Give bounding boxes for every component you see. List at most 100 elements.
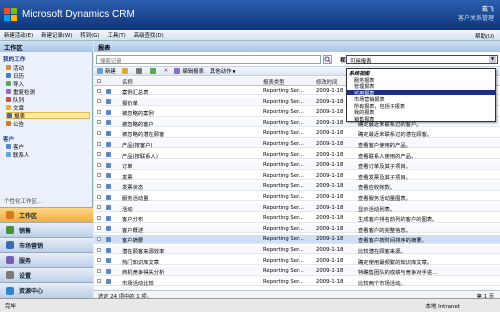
menu-goto[interactable]: 转到(G) — [76, 31, 103, 39]
dropdown-option[interactable]: 管理报表 — [347, 83, 495, 90]
table-row[interactable]: 产品(按联系人) Reporting Ser... 2009-1-18 查看联系人使用… — [94, 151, 500, 160]
area-workplace[interactable]: 工作区 — [0, 207, 93, 222]
new-button[interactable]: 新建 — [97, 67, 116, 75]
row-checkbox[interactable] — [97, 205, 101, 210]
row-checkbox[interactable] — [97, 247, 101, 252]
row-checkbox[interactable] — [97, 120, 101, 125]
area-service[interactable]: 服务 — [0, 252, 93, 267]
table-row[interactable]: 被忽略的潜在顾客 Reporting Ser... 2009-1-18 确定最近未联系… — [94, 129, 500, 138]
cell-name[interactable]: 订单 — [122, 162, 133, 170]
dropdown-option[interactable]: 销售报表 — [347, 116, 495, 123]
row-checkbox[interactable] — [97, 130, 101, 135]
column-report-type[interactable]: 报表类型 — [263, 78, 285, 86]
row-checkbox[interactable] — [97, 226, 101, 231]
cell-name[interactable]: 被忽略的案例 — [122, 109, 154, 117]
cell-name[interactable]: 客户分布 — [122, 215, 143, 223]
nav-item-queues[interactable]: 队列 — [6, 96, 90, 104]
menu-advanced-find[interactable]: 高级查找(D) — [130, 31, 168, 39]
cell-name[interactable]: 客户概述 — [122, 226, 143, 234]
table-row[interactable]: 商机竞争得失分析 Reporting Ser... 2009-1-18 特确售团队的成… — [94, 267, 500, 276]
search-icon[interactable] — [323, 55, 332, 64]
delete-button[interactable]: ✕ — [164, 68, 169, 74]
view-dropdown[interactable]: 系统视图 服务报表 管理报表 可用报表 市场营销报表 所有报表，包括子报表 我的… — [346, 68, 496, 123]
row-checkbox[interactable] — [97, 141, 101, 146]
table-row[interactable]: 活动 Reporting Ser... 2009-1-18 显示活动列表。 — [94, 203, 500, 213]
menu-new-activity[interactable]: 新建活动(E) — [0, 31, 37, 39]
nav-item-duplicate-detection[interactable]: 重复检测 — [6, 88, 90, 96]
table-row[interactable]: 热门知识库文章 Reporting Ser... 2009-1-18 确定使用最频繁的… — [94, 257, 500, 266]
table-row[interactable]: 服务活动量 Reporting Ser... 2009-1-18 查看服务活动量图表。 — [94, 193, 500, 202]
row-checkbox[interactable] — [97, 215, 101, 220]
cell-name[interactable]: 市场活动比较 — [122, 279, 154, 287]
row-checkbox[interactable] — [97, 109, 101, 114]
row-checkbox[interactable] — [97, 279, 101, 284]
nav-item-activities[interactable]: 活动 — [6, 64, 90, 72]
select-all-checkbox[interactable] — [97, 79, 101, 83]
row-checkbox[interactable] — [97, 183, 101, 188]
column-modified-on[interactable]: 修改时间 — [316, 78, 338, 86]
cell-name[interactable]: 发票 — [122, 173, 133, 181]
edit-report-button[interactable]: 编辑报表 — [174, 67, 204, 75]
table-row[interactable]: 潜在顾客来源效率 Reporting Ser... 2009-1-18 比较潜在顾客来… — [94, 246, 500, 255]
table-row[interactable]: 发票 Reporting Ser... 2009-1-18 查看发票及其子项目。 — [94, 172, 500, 181]
nav-item-calendar[interactable]: 日历 — [6, 72, 90, 80]
table-row[interactable]: 发票状态 Reporting Ser... 2009-1-18 查看应收帐款。 — [94, 182, 500, 191]
cell-name[interactable]: 服务活动量 — [122, 194, 149, 202]
nav-item-accounts[interactable]: 客户 — [6, 143, 90, 151]
table-row[interactable]: 订单 Reporting Ser... 2009-1-18 查看订单及其子项目。 — [94, 161, 500, 170]
cell-name[interactable]: 客户摘要 — [122, 236, 143, 244]
dropdown-option[interactable]: 服务报表 — [347, 77, 495, 84]
cell-name[interactable]: 被忽略的潜在顾客 — [122, 130, 164, 138]
table-row[interactable]: 客户摘要 Reporting Ser... 2009-1-18 查看客户按时间排序的摘… — [94, 235, 500, 244]
column-name[interactable]: 名称 — [122, 78, 133, 86]
row-checkbox[interactable] — [97, 162, 101, 167]
share-button[interactable] — [149, 68, 158, 74]
menu-new-record[interactable]: 新建记录(W) — [37, 31, 76, 39]
table-row[interactable]: 客户概述 Reporting Ser... 2009-1-18 查看客户的完整信息。 — [94, 224, 500, 234]
cell-name[interactable]: 被忽略的客户 — [122, 120, 154, 128]
print-button[interactable] — [135, 68, 144, 74]
user-name[interactable]: 戴飞 — [482, 4, 494, 13]
row-checkbox[interactable] — [97, 88, 101, 93]
cell-name[interactable]: 活动 — [122, 205, 133, 213]
nav-item-articles[interactable]: 文章 — [6, 104, 90, 112]
row-checkbox[interactable] — [97, 268, 101, 273]
table-row[interactable]: 客户分布 Reporting Ser... 2009-1-18 生成客户排名前列的客户… — [94, 214, 500, 223]
search-input[interactable]: 搜索记录 — [96, 55, 321, 65]
area-resource-center[interactable]: 资源中心 — [0, 282, 93, 298]
dropdown-option[interactable]: 所有报表，包括子报表 — [347, 103, 495, 110]
dropdown-option[interactable]: 市场营销报表 — [347, 96, 495, 103]
dropdown-option[interactable]: 我的报表 — [347, 109, 495, 116]
area-marketing[interactable]: 市场营销 — [0, 237, 93, 252]
chevron-down-icon[interactable]: ▼ — [489, 56, 496, 63]
dropdown-option-selected[interactable]: 可用报表 — [347, 89, 495, 97]
nav-item-contacts[interactable]: 联系人 — [6, 151, 90, 159]
cell-name[interactable]: 产品(按客户) — [122, 141, 153, 149]
row-checkbox[interactable] — [97, 258, 101, 263]
personalize-workplace-link[interactable]: 个性化工作区... — [4, 197, 42, 205]
cell-name[interactable]: 报价单 — [122, 99, 138, 107]
cell-name[interactable]: 产品(按联系人) — [122, 152, 158, 160]
view-select[interactable]: 可用报表 ▼ — [346, 55, 498, 65]
nav-item-reports[interactable]: 报表 — [6, 112, 90, 120]
area-settings[interactable]: 设置 — [0, 267, 93, 282]
menu-tools[interactable]: 工具(T) — [103, 31, 129, 39]
row-checkbox[interactable] — [97, 236, 101, 241]
row-checkbox[interactable] — [97, 99, 101, 104]
nav-item-imports[interactable]: 导入 — [6, 80, 90, 88]
row-checkbox[interactable] — [97, 152, 101, 157]
nav-item-announcements[interactable]: 公告 — [6, 120, 90, 128]
cell-name[interactable]: 潜在顾客来源效率 — [122, 247, 164, 255]
area-sales[interactable]: 销售 — [0, 222, 93, 237]
table-row[interactable]: 产品(按客户) Reporting Ser... 2009-1-18 查看客户使用的产… — [94, 140, 500, 149]
row-checkbox[interactable] — [97, 173, 101, 178]
menu-help[interactable]: 帮助(U) — [475, 32, 494, 40]
cell-name[interactable]: 商机竞争得失分析 — [122, 268, 164, 276]
cell-name[interactable]: 发票状态 — [122, 183, 143, 191]
table-row[interactable]: 市场活动比较 Reporting Ser... 2009-1-18 比较两个市场活动。 — [94, 278, 500, 287]
cell-name[interactable]: 案例汇总表 — [122, 88, 149, 96]
cell-name[interactable]: 热门知识库文章 — [122, 258, 159, 266]
row-checkbox[interactable] — [97, 194, 101, 199]
more-actions-button[interactable]: 其他动作 ▼ — [210, 67, 236, 76]
report-icon-button[interactable] — [121, 68, 130, 74]
